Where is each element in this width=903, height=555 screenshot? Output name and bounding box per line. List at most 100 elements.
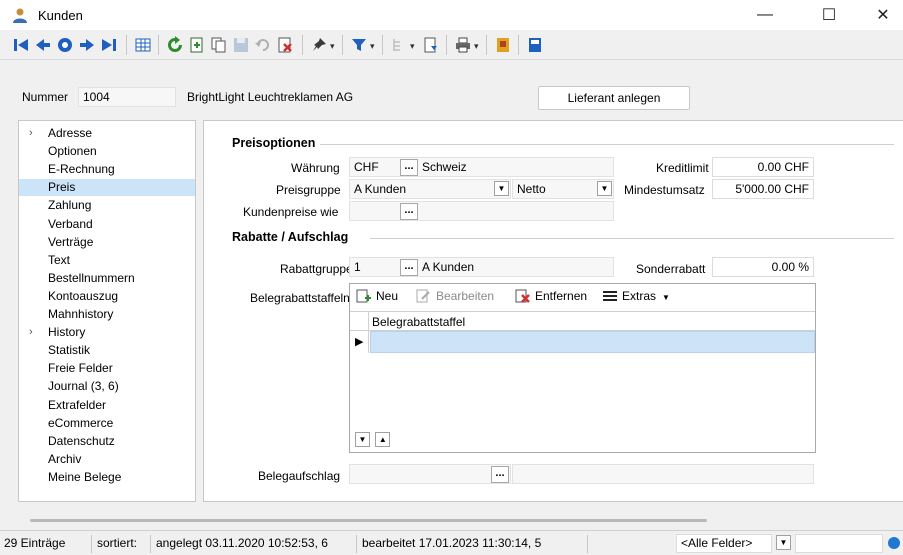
belegrabatt-label: Belegrabattstaffeln: [250, 291, 350, 305]
rabattgruppe-lookup-button[interactable]: ...: [400, 259, 418, 276]
sidebar-item-archiv[interactable]: Archiv: [19, 451, 195, 468]
preisgruppe-select[interactable]: A Kunden: [349, 179, 511, 199]
copy-record-icon[interactable]: [210, 36, 228, 54]
kundenpreise-lookup-button[interactable]: ...: [400, 203, 418, 220]
tree-view-icon[interactable]: [390, 36, 408, 54]
status-angelegt: angelegt 03.11.2020 10:52:53, 6: [152, 535, 357, 553]
grid-header: Belegrabattstaffel: [350, 311, 815, 332]
search-icon[interactable]: [887, 536, 901, 550]
sidebar-item-verband[interactable]: Verband: [19, 216, 195, 233]
lieferant-anlegen-button[interactable]: Lieferant anlegen: [538, 86, 690, 110]
menu-icon: [603, 291, 617, 301]
print-icon[interactable]: [454, 36, 472, 54]
sidebar-item-label: Datenschutz: [48, 433, 115, 448]
table-view-icon[interactable]: [134, 36, 152, 54]
sidebar-item-meine-belege[interactable]: Meine Belege: [19, 469, 195, 486]
first-record-icon[interactable]: [12, 36, 30, 54]
last-record-icon[interactable]: [100, 36, 118, 54]
pin-dropdown-icon[interactable]: ▾: [330, 41, 335, 52]
grid-cell[interactable]: [370, 331, 815, 353]
previous-record-icon[interactable]: [34, 36, 52, 54]
belegaufschlag-field[interactable]: [349, 464, 511, 484]
status-sortiert: sortiert:: [93, 535, 151, 553]
felder-dropdown-icon[interactable]: ▼: [776, 535, 791, 550]
status-bearbeitet: bearbeitet 17.01.2023 11:30:14, 5: [358, 535, 588, 553]
sidebar-item-kontoauszug[interactable]: Kontoauszug: [19, 288, 195, 305]
document-arrow-icon[interactable]: [422, 36, 440, 54]
belegrabatt-grid: Neu Bearbeiten Entfernen Extras ▼ Belegra…: [349, 283, 816, 453]
nummer-field[interactable]: 1004: [78, 87, 176, 107]
sidebar-item-adresse[interactable]: › Adresse: [19, 125, 195, 142]
search-record-icon[interactable]: [56, 36, 74, 54]
refresh-icon[interactable]: [166, 36, 184, 54]
filter-icon[interactable]: [350, 36, 368, 54]
waehrung-name: Schweiz: [422, 160, 467, 174]
kundenpreise-field[interactable]: [349, 201, 614, 221]
waehrung-lookup-button[interactable]: ...: [400, 159, 418, 176]
sidebar-item-text[interactable]: Text: [19, 252, 195, 269]
sidebar-item-ecommerce[interactable]: eCommerce: [19, 415, 195, 432]
belegaufschlag-lookup-button[interactable]: ...: [491, 466, 509, 483]
new-record-icon[interactable]: [188, 36, 206, 54]
waehrung-field[interactable]: CHF Schweiz: [349, 157, 614, 177]
close-button[interactable]: ✕: [860, 0, 903, 30]
grid-new-row[interactable]: ▶: [350, 331, 815, 353]
addressbook-icon[interactable]: [494, 36, 512, 54]
sidebar-item-zahlung[interactable]: Zahlung: [19, 197, 195, 214]
sidebar-item-history[interactable]: › History: [19, 324, 195, 341]
sidebar-item-vertr-ge[interactable]: Verträge: [19, 234, 195, 251]
sidebar-item-bestellnummern[interactable]: Bestellnummern: [19, 270, 195, 287]
sidebar-item-e-rechnung[interactable]: E-Rechnung: [19, 161, 195, 178]
rabatte-title: Rabatte / Aufschlag: [232, 230, 349, 244]
grid-entfernen-button[interactable]: Entfernen: [515, 289, 587, 303]
kreditlimit-field[interactable]: 0.00 CHF: [712, 157, 814, 177]
expand-chevron-icon[interactable]: ›: [29, 125, 33, 142]
edit-icon: [416, 289, 430, 303]
grid-extras-label: Extras: [622, 289, 657, 303]
sidebar-item-freie-felder[interactable]: Freie Felder: [19, 360, 195, 377]
sidebar-item-extrafelder[interactable]: Extrafelder: [19, 397, 195, 414]
next-record-icon[interactable]: [78, 36, 96, 54]
grid-up-icon[interactable]: ▲: [375, 432, 391, 447]
calculator-icon[interactable]: [526, 36, 544, 54]
sidebar-item-label: Adresse: [48, 126, 93, 140]
customer-name: BrightLight Leuchtreklamen AG: [187, 90, 354, 104]
preisgruppe-dropdown-icon[interactable]: ▼: [494, 181, 509, 196]
grid-column-header[interactable]: Belegrabattstaffel: [372, 315, 465, 329]
undo-icon[interactable]: [254, 36, 272, 54]
grid-bearbeiten-button[interactable]: Bearbeiten: [416, 289, 494, 303]
sidebar-item-preis[interactable]: Preis: [19, 179, 195, 197]
save-icon[interactable]: [232, 36, 250, 54]
netto-dropdown-icon[interactable]: ▼: [597, 181, 612, 196]
sidebar-item-statistik[interactable]: Statistik: [19, 342, 195, 359]
sonderrabatt-field[interactable]: 0.00 %: [712, 257, 814, 277]
sidebar-item-mahnhistory[interactable]: Mahnhistory: [19, 306, 195, 323]
grid-neu-button[interactable]: Neu: [356, 289, 398, 303]
grid-extras-button[interactable]: Extras ▼: [602, 289, 670, 303]
delete-record-icon[interactable]: [276, 36, 294, 54]
mindestumsatz-field[interactable]: 5'000.00 CHF: [712, 179, 814, 199]
minimize-button[interactable]: —: [742, 0, 788, 30]
sidebar-item-label: Verband: [48, 216, 93, 231]
expand-chevron-icon[interactable]: ›: [29, 324, 33, 341]
felder-select[interactable]: <Alle Felder>: [676, 534, 772, 553]
pin-icon[interactable]: [310, 36, 328, 54]
sidebar-item-datenschutz[interactable]: Datenschutz: [19, 433, 195, 450]
rabattgruppe-field[interactable]: 1 A Kunden: [349, 257, 614, 277]
status-search-input[interactable]: [795, 534, 883, 553]
kundenpreise-label: Kundenpreise wie: [243, 205, 339, 219]
belegaufschlag-label: Belegaufschlag: [258, 469, 341, 483]
status-count: 29 Einträge: [0, 535, 92, 553]
sidebar-item-optionen[interactable]: Optionen: [19, 143, 195, 160]
maximize-button[interactable]: ☐: [806, 0, 852, 30]
horizontal-scrollbar[interactable]: [0, 514, 903, 526]
sidebar-item-label: Zahlung: [48, 198, 92, 213]
grid-neu-label: Neu: [376, 289, 399, 303]
tree-dropdown-icon[interactable]: ▾: [410, 41, 415, 52]
scrollbar-thumb[interactable]: [30, 519, 707, 522]
print-dropdown-icon[interactable]: ▾: [474, 41, 479, 52]
preisoptionen-title: Preisoptionen: [232, 136, 316, 150]
grid-down-icon[interactable]: ▼: [355, 432, 370, 447]
sidebar-item-journal-3-6[interactable]: Journal (3, 6): [19, 378, 195, 395]
filter-dropdown-icon[interactable]: ▾: [370, 41, 375, 52]
